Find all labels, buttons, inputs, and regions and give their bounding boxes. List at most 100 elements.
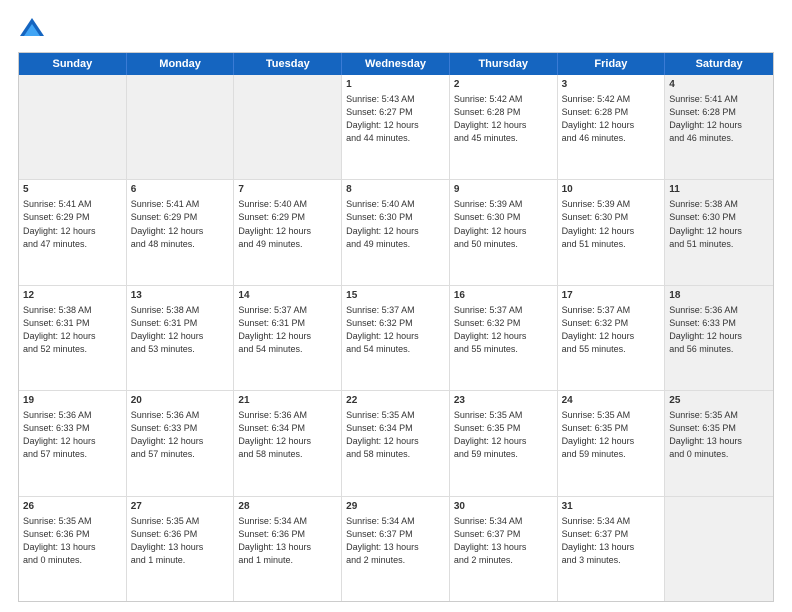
day-number: 13 [131, 289, 230, 303]
cal-cell-day-11: 11 Sunrise: 5:38 AM Sunset: 6:30 PM Dayli… [665, 180, 773, 284]
day-number: 8 [346, 183, 445, 197]
day-number: 2 [454, 78, 553, 92]
cell-info: Sunrise: 5:43 AM Sunset: 6:27 PM Dayligh… [346, 94, 419, 143]
cal-cell-empty [127, 75, 235, 179]
calendar-row-1: 1 Sunrise: 5:43 AM Sunset: 6:27 PM Daylig… [19, 75, 773, 179]
cal-cell-empty [665, 497, 773, 601]
day-number: 15 [346, 289, 445, 303]
calendar-body: 1 Sunrise: 5:43 AM Sunset: 6:27 PM Daylig… [19, 75, 773, 601]
cal-cell-day-5: 5 Sunrise: 5:41 AM Sunset: 6:29 PM Daylig… [19, 180, 127, 284]
day-number: 24 [562, 394, 661, 408]
header-day-thursday: Thursday [450, 53, 558, 75]
day-number: 28 [238, 500, 337, 514]
cal-cell-day-12: 12 Sunrise: 5:38 AM Sunset: 6:31 PM Dayli… [19, 286, 127, 390]
cal-cell-empty [234, 75, 342, 179]
header-day-tuesday: Tuesday [234, 53, 342, 75]
cell-info: Sunrise: 5:40 AM Sunset: 6:29 PM Dayligh… [238, 199, 311, 248]
calendar-row-4: 19 Sunrise: 5:36 AM Sunset: 6:33 PM Dayli… [19, 390, 773, 495]
cell-info: Sunrise: 5:42 AM Sunset: 6:28 PM Dayligh… [454, 94, 527, 143]
cell-info: Sunrise: 5:36 AM Sunset: 6:34 PM Dayligh… [238, 410, 311, 459]
calendar-row-5: 26 Sunrise: 5:35 AM Sunset: 6:36 PM Dayli… [19, 496, 773, 601]
cal-cell-day-3: 3 Sunrise: 5:42 AM Sunset: 6:28 PM Daylig… [558, 75, 666, 179]
day-number: 21 [238, 394, 337, 408]
day-number: 4 [669, 78, 769, 92]
day-number: 1 [346, 78, 445, 92]
day-number: 7 [238, 183, 337, 197]
cell-info: Sunrise: 5:36 AM Sunset: 6:33 PM Dayligh… [669, 305, 742, 354]
day-number: 23 [454, 394, 553, 408]
day-number: 14 [238, 289, 337, 303]
cell-info: Sunrise: 5:41 AM Sunset: 6:29 PM Dayligh… [23, 199, 96, 248]
cal-cell-day-22: 22Sunrise: 5:35 AM Sunset: 6:34 PM Dayli… [342, 391, 450, 495]
cell-info: Sunrise: 5:37 AM Sunset: 6:32 PM Dayligh… [454, 305, 527, 354]
day-number: 26 [23, 500, 122, 514]
cal-cell-day-4: 4 Sunrise: 5:41 AM Sunset: 6:28 PM Daylig… [665, 75, 773, 179]
cal-cell-day-26: 26 Sunrise: 5:35 AM Sunset: 6:36 PM Dayli… [19, 497, 127, 601]
logo-icon [18, 16, 46, 44]
cal-cell-day-8: 8 Sunrise: 5:40 AM Sunset: 6:30 PM Daylig… [342, 180, 450, 284]
header-day-monday: Monday [127, 53, 235, 75]
cal-cell-day-13: 13 Sunrise: 5:38 AM Sunset: 6:31 PM Dayli… [127, 286, 235, 390]
cell-info: Sunrise: 5:40 AM Sunset: 6:30 PM Dayligh… [346, 199, 419, 248]
cell-info: Sunrise: 5:37 AM Sunset: 6:32 PM Dayligh… [346, 305, 419, 354]
day-number: 20 [131, 394, 230, 408]
day-number: 29 [346, 500, 445, 514]
day-number: 27 [131, 500, 230, 514]
cell-info: Sunrise: 5:35 AM Sunset: 6:35 PM Dayligh… [562, 410, 635, 459]
day-number: 30 [454, 500, 553, 514]
cell-info: Sunrise: 5:34 AM Sunset: 6:37 PM Dayligh… [562, 516, 635, 565]
cal-cell-day-27: 27 Sunrise: 5:35 AM Sunset: 6:36 PM Dayli… [127, 497, 235, 601]
cal-cell-day-17: 17Sunrise: 5:37 AM Sunset: 6:32 PM Dayli… [558, 286, 666, 390]
cal-cell-day-29: 29Sunrise: 5:34 AM Sunset: 6:37 PM Dayli… [342, 497, 450, 601]
cal-cell-day-15: 15 Sunrise: 5:37 AM Sunset: 6:32 PM Dayli… [342, 286, 450, 390]
cal-cell-day-31: 31Sunrise: 5:34 AM Sunset: 6:37 PM Dayli… [558, 497, 666, 601]
cal-cell-day-25: 25 Sunrise: 5:35 AM Sunset: 6:35 PM Dayli… [665, 391, 773, 495]
cell-info: Sunrise: 5:39 AM Sunset: 6:30 PM Dayligh… [454, 199, 527, 248]
day-number: 25 [669, 394, 769, 408]
cell-info: Sunrise: 5:38 AM Sunset: 6:31 PM Dayligh… [23, 305, 96, 354]
cal-cell-day-18: 18 Sunrise: 5:36 AM Sunset: 6:33 PM Dayli… [665, 286, 773, 390]
cell-info: Sunrise: 5:35 AM Sunset: 6:36 PM Dayligh… [23, 516, 96, 565]
cell-info: Sunrise: 5:35 AM Sunset: 6:34 PM Dayligh… [346, 410, 419, 459]
cal-cell-day-10: 10Sunrise: 5:39 AM Sunset: 6:30 PM Dayli… [558, 180, 666, 284]
cal-cell-day-16: 16 Sunrise: 5:37 AM Sunset: 6:32 PM Dayli… [450, 286, 558, 390]
day-number: 18 [669, 289, 769, 303]
header-day-wednesday: Wednesday [342, 53, 450, 75]
cal-cell-day-1: 1 Sunrise: 5:43 AM Sunset: 6:27 PM Daylig… [342, 75, 450, 179]
header-day-sunday: Sunday [19, 53, 127, 75]
cell-info: Sunrise: 5:42 AM Sunset: 6:28 PM Dayligh… [562, 94, 635, 143]
cell-info: Sunrise: 5:36 AM Sunset: 6:33 PM Dayligh… [23, 410, 96, 459]
day-number: 3 [562, 78, 661, 92]
cal-cell-day-28: 28 Sunrise: 5:34 AM Sunset: 6:36 PM Dayli… [234, 497, 342, 601]
cal-cell-day-9: 9Sunrise: 5:39 AM Sunset: 6:30 PM Daylig… [450, 180, 558, 284]
cal-cell-day-2: 2 Sunrise: 5:42 AM Sunset: 6:28 PM Daylig… [450, 75, 558, 179]
calendar: SundayMondayTuesdayWednesdayThursdayFrid… [18, 52, 774, 602]
cal-cell-day-21: 21 Sunrise: 5:36 AM Sunset: 6:34 PM Dayli… [234, 391, 342, 495]
day-number: 12 [23, 289, 122, 303]
cell-info: Sunrise: 5:37 AM Sunset: 6:31 PM Dayligh… [238, 305, 311, 354]
cal-cell-day-20: 20Sunrise: 5:36 AM Sunset: 6:33 PM Dayli… [127, 391, 235, 495]
cell-info: Sunrise: 5:38 AM Sunset: 6:31 PM Dayligh… [131, 305, 204, 354]
day-number: 11 [669, 183, 769, 197]
day-number: 19 [23, 394, 122, 408]
cell-info: Sunrise: 5:35 AM Sunset: 6:36 PM Dayligh… [131, 516, 204, 565]
day-number: 10 [562, 183, 661, 197]
cell-info: Sunrise: 5:34 AM Sunset: 6:36 PM Dayligh… [238, 516, 311, 565]
cal-cell-day-7: 7 Sunrise: 5:40 AM Sunset: 6:29 PM Daylig… [234, 180, 342, 284]
cal-cell-day-24: 24 Sunrise: 5:35 AM Sunset: 6:35 PM Dayli… [558, 391, 666, 495]
cal-cell-day-30: 30 Sunrise: 5:34 AM Sunset: 6:37 PM Dayli… [450, 497, 558, 601]
cal-cell-day-14: 14 Sunrise: 5:37 AM Sunset: 6:31 PM Dayli… [234, 286, 342, 390]
cell-info: Sunrise: 5:35 AM Sunset: 6:35 PM Dayligh… [454, 410, 527, 459]
cell-info: Sunrise: 5:41 AM Sunset: 6:28 PM Dayligh… [669, 94, 742, 143]
cal-cell-day-23: 23 Sunrise: 5:35 AM Sunset: 6:35 PM Dayli… [450, 391, 558, 495]
calendar-header: SundayMondayTuesdayWednesdayThursdayFrid… [19, 53, 773, 75]
day-number: 5 [23, 183, 122, 197]
cell-info: Sunrise: 5:35 AM Sunset: 6:35 PM Dayligh… [669, 410, 742, 459]
day-number: 16 [454, 289, 553, 303]
day-number: 6 [131, 183, 230, 197]
cal-cell-day-6: 6Sunrise: 5:41 AM Sunset: 6:29 PM Daylig… [127, 180, 235, 284]
cal-cell-empty [19, 75, 127, 179]
day-number: 17 [562, 289, 661, 303]
cell-info: Sunrise: 5:34 AM Sunset: 6:37 PM Dayligh… [454, 516, 527, 565]
cell-info: Sunrise: 5:38 AM Sunset: 6:30 PM Dayligh… [669, 199, 742, 248]
